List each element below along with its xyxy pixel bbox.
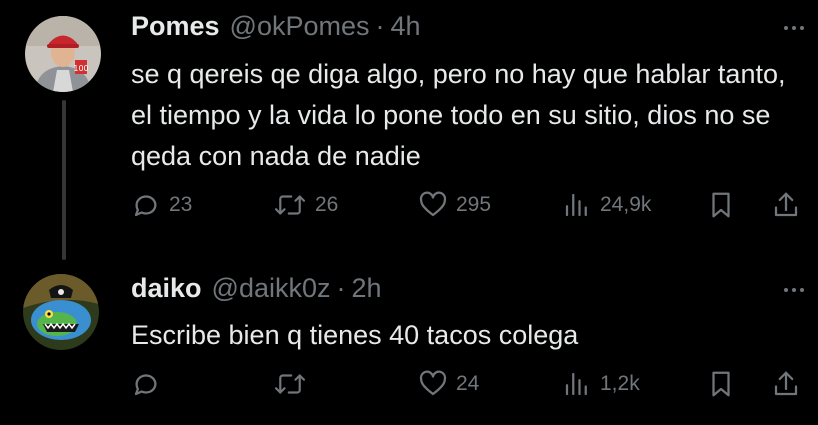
repost-icon xyxy=(274,195,306,215)
like-button[interactable]: 24 xyxy=(418,369,479,399)
share-button[interactable] xyxy=(771,190,801,220)
repost-icon xyxy=(274,374,306,394)
thread-line xyxy=(62,100,66,260)
separator-dot: · xyxy=(336,273,346,303)
bookmark-icon xyxy=(712,192,730,218)
avatar-daiko[interactable] xyxy=(23,274,99,350)
avatar-daiko-image xyxy=(23,274,99,350)
more-icon[interactable] xyxy=(784,26,804,30)
timestamp[interactable]: 4h xyxy=(391,11,421,42)
repost-button[interactable] xyxy=(273,369,315,399)
repost-button[interactable]: 26 xyxy=(273,190,338,220)
like-count: 24 xyxy=(456,372,480,395)
bookmark-button[interactable] xyxy=(706,369,736,399)
share-button[interactable] xyxy=(771,369,801,399)
avatar-pomes-image: 100 xyxy=(25,16,101,92)
bookmark-button[interactable] xyxy=(706,190,736,220)
display-name[interactable]: Pomes xyxy=(131,11,220,42)
heart-icon xyxy=(419,191,447,217)
user-handle[interactable]: @daikk0z xyxy=(212,273,331,304)
tweet-text: Escribe bien q tienes 40 tacos colega xyxy=(131,320,579,350)
reply-button[interactable] xyxy=(131,369,169,399)
avatar-pomes[interactable]: 100 xyxy=(25,16,101,92)
like-count: 295 xyxy=(456,193,492,216)
user-handle[interactable]: @okPomes xyxy=(230,11,370,42)
more-icon[interactable] xyxy=(784,288,804,292)
display-name[interactable]: daiko xyxy=(131,273,202,304)
svg-text:100: 100 xyxy=(73,64,88,73)
views-icon xyxy=(565,372,587,396)
tweet-2-actions: 24 1,2k xyxy=(131,369,811,405)
heart-icon xyxy=(419,370,447,396)
like-button[interactable]: 295 xyxy=(418,190,491,220)
reply-count: 23 xyxy=(169,193,193,216)
view-count: 24,9k xyxy=(600,193,652,216)
share-icon xyxy=(774,192,798,217)
separator-dot: · xyxy=(375,11,385,41)
tweet-1-header: Pomes @okPomes · 4h xyxy=(131,11,421,42)
tweet-1[interactable]: 100 Pomes @okPomes · 4h se q qereis qe d… xyxy=(0,0,818,260)
reply-icon xyxy=(134,374,157,396)
repost-count: 26 xyxy=(315,193,339,216)
reply-icon xyxy=(134,195,157,217)
view-count: 1,2k xyxy=(600,372,640,395)
views-icon xyxy=(565,193,587,217)
tweet-text: se q qereis qe diga algo, pero no hay qu… xyxy=(131,59,786,171)
share-icon xyxy=(774,371,798,396)
views-button[interactable]: 24,9k xyxy=(562,190,651,220)
timestamp[interactable]: 2h xyxy=(352,273,382,304)
views-button[interactable]: 1,2k xyxy=(562,369,640,399)
tweet-1-actions: 23 26 295 24,9k xyxy=(131,190,811,226)
tweet-2-header: daiko @daikk0z · 2h xyxy=(131,273,382,304)
bookmark-icon xyxy=(712,371,730,397)
tweet-2[interactable]: daiko @daikk0z · 2h Escribe bien q tiene… xyxy=(0,262,818,425)
reply-button[interactable]: 23 xyxy=(131,190,192,220)
